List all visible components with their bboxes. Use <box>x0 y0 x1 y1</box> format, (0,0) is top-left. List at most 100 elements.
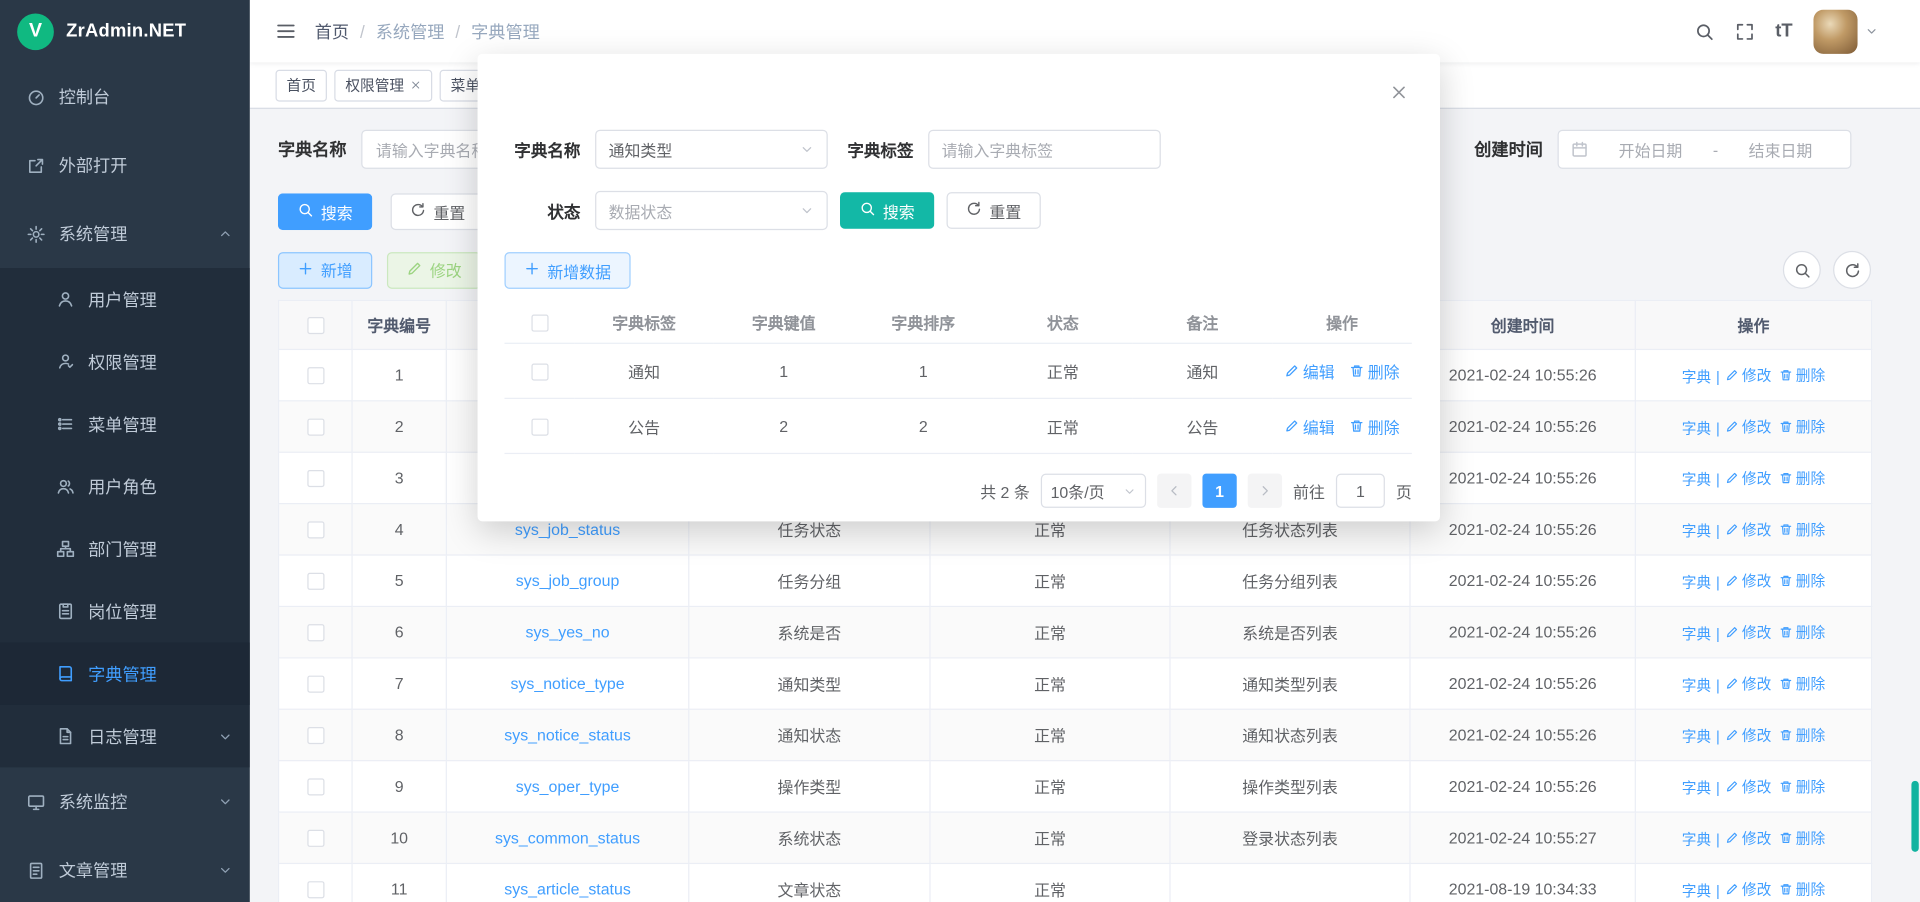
row-checkbox-cell[interactable] <box>504 398 574 453</box>
delete-link[interactable]: 删除 <box>1779 467 1826 488</box>
delete-link[interactable]: 删除 <box>1779 775 1826 796</box>
dict-type-link[interactable]: sys_article_status <box>504 880 631 898</box>
sidebar-item[interactable]: 权限管理 <box>0 330 250 392</box>
delete-link[interactable]: 删除 <box>1349 414 1399 437</box>
row-checkbox[interactable] <box>531 363 548 380</box>
row-checkbox-cell[interactable] <box>279 606 352 657</box>
column-header[interactable]: 字典键值 <box>714 301 854 343</box>
column-header[interactable]: 状态 <box>993 301 1133 343</box>
dialog-reset-button[interactable]: 重置 <box>947 192 1041 229</box>
row-checkbox-cell[interactable] <box>279 504 352 555</box>
row-checkbox-cell[interactable] <box>279 761 352 812</box>
sidebar-item[interactable]: 字典管理 <box>0 643 250 705</box>
breadcrumb-home[interactable]: 首页 <box>315 19 349 43</box>
edit-link[interactable]: 修改 <box>1725 827 1772 848</box>
current-page-button[interactable]: 1 <box>1202 474 1236 508</box>
dict-data-link[interactable]: 字典 <box>1682 777 1711 798</box>
row-checkbox[interactable] <box>307 676 324 693</box>
row-checkbox-cell[interactable] <box>279 555 352 606</box>
row-checkbox-cell[interactable] <box>504 343 574 398</box>
dict-type-link[interactable]: sys_job_status <box>515 520 620 538</box>
edit-link[interactable]: 修改 <box>1725 467 1772 488</box>
delete-link[interactable]: 删除 <box>1779 724 1826 745</box>
row-checkbox[interactable] <box>307 368 324 385</box>
delete-link[interactable]: 删除 <box>1779 570 1826 591</box>
edit-link[interactable]: 修改 <box>1725 416 1772 437</box>
dict-data-link[interactable]: 字典 <box>1682 468 1711 489</box>
column-header[interactable]: 操作 <box>1635 300 1871 349</box>
font-size-icon[interactable]: tT <box>1775 21 1792 42</box>
view-tab[interactable]: 首页 <box>276 69 327 101</box>
row-checkbox[interactable] <box>307 522 324 539</box>
delete-link[interactable]: 删除 <box>1779 621 1826 642</box>
delete-link[interactable]: 删除 <box>1779 416 1826 437</box>
row-checkbox[interactable] <box>307 882 324 899</box>
edit-link[interactable]: 修改 <box>1725 518 1772 539</box>
fullscreen-icon[interactable] <box>1735 21 1755 41</box>
next-page-button[interactable] <box>1248 474 1282 508</box>
row-checkbox[interactable] <box>307 625 324 642</box>
dict-data-link[interactable]: 字典 <box>1682 622 1711 643</box>
column-header[interactable]: 备注 <box>1133 301 1273 343</box>
delete-link[interactable]: 删除 <box>1779 878 1826 899</box>
dialog-dict-name-select[interactable]: 通知类型 <box>595 130 828 169</box>
breadcrumb-system[interactable]: 系统管理 <box>376 19 445 43</box>
dict-type-link[interactable]: sys_oper_type <box>516 777 620 795</box>
search-icon[interactable] <box>1694 21 1714 41</box>
sidebar-item[interactable]: 系统管理 <box>0 199 250 268</box>
sidebar-item[interactable]: 岗位管理 <box>0 580 250 642</box>
delete-link[interactable]: 删除 <box>1779 827 1826 848</box>
dialog-search-button[interactable]: 搜索 <box>840 192 934 229</box>
dict-type-link[interactable]: sys_common_status <box>495 829 640 847</box>
dialog-status-select[interactable]: 数据状态 <box>595 191 828 230</box>
modify-button[interactable]: 修改 <box>387 252 481 289</box>
hamburger-icon[interactable] <box>250 21 315 42</box>
dict-data-link[interactable]: 字典 <box>1682 520 1711 541</box>
add-data-button[interactable]: 新增数据 <box>504 252 630 289</box>
column-header[interactable]: 操作 <box>1272 301 1412 343</box>
sidebar-item[interactable]: 文章管理 <box>0 836 250 902</box>
edit-link[interactable]: 修改 <box>1725 775 1772 796</box>
edit-link[interactable]: 修改 <box>1725 673 1772 694</box>
sidebar-item[interactable]: 部门管理 <box>0 518 250 580</box>
user-menu[interactable] <box>1813 9 1878 53</box>
row-checkbox-cell[interactable] <box>279 452 352 503</box>
row-checkbox[interactable] <box>531 418 548 435</box>
select-all-checkbox[interactable] <box>504 301 574 343</box>
date-range-picker[interactable]: 开始日期 - 结束日期 <box>1558 130 1852 169</box>
edit-link[interactable]: 修改 <box>1725 724 1772 745</box>
row-checkbox-cell[interactable] <box>279 812 352 863</box>
add-button[interactable]: 新增 <box>278 252 372 289</box>
row-checkbox-cell[interactable] <box>279 658 352 709</box>
table-search-toggle-button[interactable] <box>1783 251 1821 289</box>
tab-close-icon[interactable] <box>410 80 421 91</box>
sidebar-item[interactable]: 日志管理 <box>0 705 250 767</box>
dict-type-link[interactable]: sys_job_group <box>516 572 620 590</box>
sidebar-item[interactable]: 控制台 <box>0 62 250 131</box>
dict-type-link[interactable]: sys_notice_type <box>510 674 624 692</box>
reset-button[interactable]: 重置 <box>391 193 485 230</box>
row-checkbox[interactable] <box>307 727 324 744</box>
delete-link[interactable]: 删除 <box>1349 359 1399 382</box>
dialog-close-icon[interactable] <box>1390 83 1408 101</box>
row-checkbox-cell[interactable] <box>279 709 352 760</box>
edit-link[interactable]: 编辑 <box>1284 414 1334 437</box>
prev-page-button[interactable] <box>1157 474 1191 508</box>
edit-link[interactable]: 修改 <box>1725 878 1772 899</box>
delete-link[interactable]: 删除 <box>1779 364 1826 385</box>
column-header[interactable]: 字典排序 <box>853 301 993 343</box>
view-tab[interactable]: 权限管理 <box>334 69 432 101</box>
row-checkbox-cell[interactable] <box>279 349 352 400</box>
row-checkbox-cell[interactable] <box>279 863 352 902</box>
dict-type-link[interactable]: sys_yes_no <box>526 623 610 641</box>
delete-link[interactable]: 删除 <box>1779 673 1826 694</box>
dict-data-link[interactable]: 字典 <box>1682 828 1711 849</box>
edit-link[interactable]: 修改 <box>1725 364 1772 385</box>
edit-link[interactable]: 修改 <box>1725 570 1772 591</box>
scrollbar-thumb[interactable] <box>1911 781 1918 852</box>
search-button[interactable]: 搜索 <box>278 193 372 230</box>
row-checkbox[interactable] <box>307 779 324 796</box>
goto-page-input[interactable]: 1 <box>1336 474 1385 508</box>
select-all-checkbox[interactable] <box>279 300 352 349</box>
dialog-dict-tag-input[interactable]: 请输入字典标签 <box>928 130 1161 169</box>
